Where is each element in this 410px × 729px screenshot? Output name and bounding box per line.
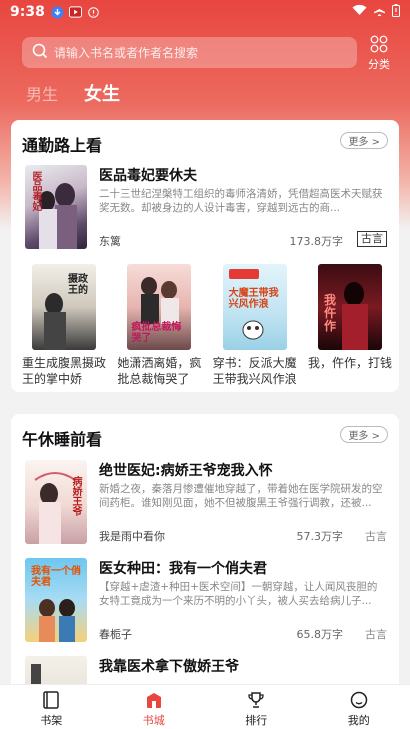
cover-title: 大魔王带我兴风作浪 <box>228 288 279 310</box>
grid-book[interactable]: 疯批总裁悔哭了 她潇洒离婚，疯批总裁悔哭了 <box>117 264 201 387</box>
book-cover[interactable]: 疯批总裁悔哭了 <box>127 264 192 350</box>
cover-title: 我仵作 <box>323 293 336 333</box>
grid-book-title: 穿书：反派大魔王带我兴风作浪 <box>212 356 297 386</box>
book-word-count: 65.8万字 <box>296 628 344 641</box>
nav-label: 排行 <box>245 714 268 727</box>
book-title: 绝世医妃:病娇王爷宠我入怀 <box>99 463 273 479</box>
category-icon <box>370 35 388 56</box>
nav-profile[interactable]: 我的 <box>308 685 410 729</box>
video-app-icon <box>68 6 82 19</box>
book-title: 我靠医术拿下傲娇王爷 <box>99 659 239 675</box>
book-author: 春栀子 <box>99 628 132 641</box>
section-nap: 午休睡前看 更多 > 病娇王爷 绝世医妃:病娇王爷宠我入怀 新婚之夜，秦落月惨遭… <box>11 414 399 729</box>
book-cover[interactable]: 病娇王爷 <box>25 460 87 544</box>
section-title: 通勤路上看 <box>22 136 103 155</box>
nav-label: 我的 <box>347 714 370 727</box>
cover-title: 我有一个俏夫君 <box>31 566 81 588</box>
nav-bookshelf[interactable]: 书架 <box>0 685 103 729</box>
grid-book[interactable]: 大魔王带我兴风作浪 穿书：反派大魔王带我兴风作浪 <box>213 264 297 387</box>
download-icon <box>51 6 64 19</box>
bookstore-icon <box>144 690 164 710</box>
grid-book[interactable]: 摄政王的 重生成腹黑摄政王的掌中娇 <box>22 264 106 387</box>
grid-book-title: 她潇洒离婚，疯批总裁悔哭了 <box>117 356 202 386</box>
battery-icon <box>392 3 400 21</box>
grid-book[interactable]: 我仵作 我，仵作，打钱 <box>308 264 392 387</box>
book-cover[interactable]: 我仵作 <box>317 264 382 350</box>
status-time: 9:38 <box>10 4 45 20</box>
search-icon <box>32 43 48 63</box>
genre-tag: 古言 <box>365 628 387 641</box>
profile-icon <box>349 690 369 710</box>
book-word-count: 57.3万字 <box>296 530 344 543</box>
nav-bookstore[interactable]: 书城 <box>103 685 206 729</box>
nav-label: 书城 <box>142 714 165 727</box>
search-placeholder: 请输入书名或者作者名搜索 <box>54 46 199 60</box>
status-bar: 9:38 <box>0 0 410 24</box>
info-icon <box>87 6 100 19</box>
more-button[interactable]: 更多 > <box>340 426 388 443</box>
gender-tabs: 男生 女生 <box>26 80 120 106</box>
section-title: 午休睡前看 <box>22 430 103 449</box>
cover-title: 疯批总裁悔哭了 <box>131 322 182 344</box>
tab-female[interactable]: 女生 <box>84 80 120 106</box>
book-title: 医品毒妃要休夫 <box>99 168 197 184</box>
book-cover[interactable]: 摄政王的 <box>32 264 96 350</box>
book-title: 医女种田：我有一个俏夫君 <box>99 561 267 577</box>
cover-title: 摄政王的 <box>68 274 88 296</box>
wifi-icon <box>352 4 367 20</box>
featured-book[interactable]: 医品毒妃 医品毒妃要休夫 二十三世纪涅槃特工组织的毒师洛清娇，凭借超高医术天赋获… <box>25 165 387 249</box>
trophy-icon <box>246 690 266 710</box>
book-grid: 摄政王的 重生成腹黑摄政王的掌中娇 疯批总裁悔哭了 她潇洒离婚，疯批总裁悔哭了 <box>22 264 392 387</box>
airplane-icon <box>373 4 386 21</box>
grid-book-title: 重生成腹黑摄政王的掌中娇 <box>22 356 106 386</box>
search-input[interactable]: 请输入书名或者作者名搜索 <box>22 37 357 68</box>
book-cover[interactable]: 大魔王带我兴风作浪 <box>222 264 287 350</box>
book-author: 东篱 <box>99 235 121 248</box>
bottom-nav: 书架 书城 排行 我的 <box>0 684 410 729</box>
book-cover[interactable]: 医品毒妃 <box>25 165 87 249</box>
tab-male[interactable]: 男生 <box>26 81 58 105</box>
book-word-count: 173.8万字 <box>289 235 344 248</box>
more-button[interactable]: 更多 > <box>340 132 388 149</box>
section-commute: 通勤路上看 更多 > 医品毒妃 医品毒妃要休夫 二十三世纪涅槃特工组织的毒师洛清… <box>11 120 399 392</box>
book-description: 新婚之夜，秦落月惨遭催地穿越了，带着她在医学院研发的空间药柜。谁知刚见面，她不但… <box>99 483 383 509</box>
grid-book-title: 我，仵作，打钱 <box>307 356 392 370</box>
category-label: 分类 <box>368 58 390 71</box>
book-row[interactable]: 病娇王爷 绝世医妃:病娇王爷宠我入怀 新婚之夜，秦落月惨遭催地穿越了，带着她在医… <box>25 460 387 544</box>
bookshelf-icon <box>41 690 61 710</box>
book-description: 【穿越+虐渣+种田+医术空间】一朝穿越，让人闻风丧胆的女特工竟成为一个来历不明的… <box>99 581 378 607</box>
nav-ranking[interactable]: 排行 <box>205 685 308 729</box>
cover-title: 医品毒妃 <box>30 171 41 211</box>
book-row[interactable]: 我有一个俏夫君 医女种田：我有一个俏夫君 【穿越+虐渣+种田+医术空间】一朝穿越… <box>25 558 387 642</box>
genre-tag: 古言 <box>365 530 387 543</box>
book-description: 二十三世纪涅槃特工组织的毒师洛清娇，凭借超高医术天赋获奖无数。却被身边的人设计毒… <box>99 188 383 214</box>
book-cover[interactable]: 我有一个俏夫君 <box>25 558 87 642</box>
category-button[interactable]: 分类 <box>362 35 396 71</box>
genre-tag: 古言 <box>357 231 387 247</box>
cover-title: 病娇王爷 <box>70 476 81 516</box>
nav-label: 书架 <box>40 714 63 727</box>
book-author: 我是雨中看你 <box>99 530 165 543</box>
